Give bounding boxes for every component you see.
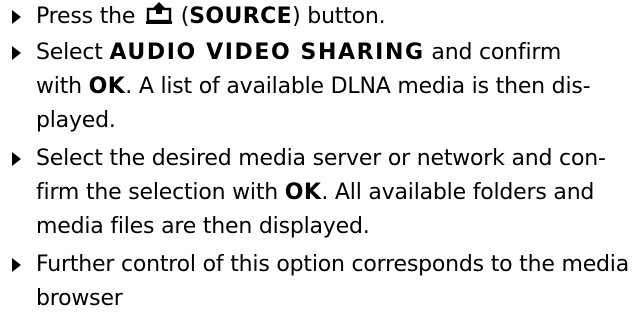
instruction-list: Press the (SOURCE) button. Select AUDIO … [0, 0, 638, 316]
step-text: firm the selection with [36, 180, 285, 205]
triangle-bullet-icon [12, 46, 21, 60]
keyword-ok: OK [88, 74, 126, 99]
step-text: . All available folders and [321, 180, 595, 205]
step-text: ) button. [292, 4, 386, 29]
keyword-source: SOURCE [189, 4, 293, 29]
step-text: and confirm [424, 40, 562, 65]
step-text: browser [36, 286, 123, 311]
step-text: Select the desired media server or netwo… [36, 146, 606, 171]
step-text: Further control of this option correspon… [36, 252, 629, 277]
step-text: media files are then displayed. [36, 214, 370, 239]
step-text: Press the [36, 4, 142, 29]
triangle-bullet-icon [12, 258, 21, 272]
keyword-ok: OK [284, 180, 322, 205]
step-text: ( [174, 4, 190, 29]
triangle-bullet-icon [12, 152, 21, 166]
step-text: . A list of available DLNA media is then… [125, 74, 591, 99]
step-text: with [36, 74, 89, 99]
keyword-audio-video-sharing: AUDIO VIDEO SHARING [109, 40, 425, 65]
triangle-bullet-icon [12, 10, 21, 24]
step-text: Select [36, 40, 110, 65]
step-text: played. [36, 108, 116, 133]
source-input-icon [146, 2, 172, 26]
